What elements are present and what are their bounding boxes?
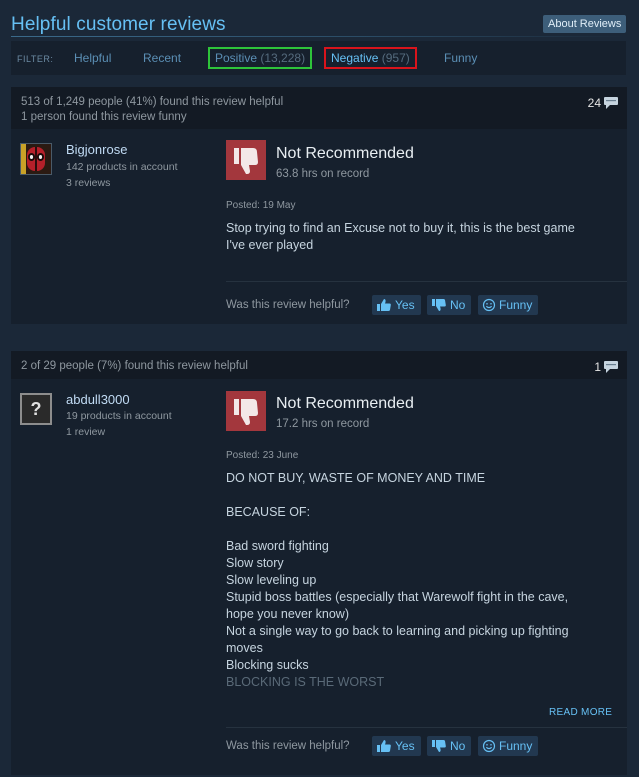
reviewer-name[interactable]: abdull3000 (66, 392, 130, 407)
filter-tab-label: Helpful (74, 51, 112, 65)
vote-no-button[interactable]: No (427, 736, 472, 756)
helpful-question: Was this review helpful? (226, 299, 350, 311)
hours-on-record: 17.2 hrs on record (276, 418, 370, 430)
review-body: DO NOT BUY, WASTE OF MONEY AND TIME BECA… (226, 470, 626, 691)
funny-count: 1 person found this review funny (21, 111, 187, 123)
avatar[interactable] (20, 143, 52, 175)
reviewer-review-count[interactable]: 3 reviews (66, 175, 110, 191)
comment-bubble-icon (604, 97, 618, 109)
review-body-line: Bad sword fighting (226, 539, 329, 553)
about-reviews-button[interactable]: About Reviews (543, 15, 627, 33)
review-verdict: Not Recommended (276, 395, 414, 412)
filter-label: FILTER: (17, 54, 54, 64)
thumbs-down-icon (226, 391, 266, 431)
vote-yes-label: Yes (395, 739, 415, 753)
review-card: 513 of 1,249 people (41%) found this rev… (11, 87, 627, 324)
review-body-line: I've ever played (226, 238, 314, 252)
vote-funny-button[interactable]: Funny (478, 736, 539, 756)
comment-count-number: 1 (594, 360, 601, 374)
review-body-line: Blocking sucks (226, 658, 309, 672)
filter-tab-label: Recent (143, 51, 182, 65)
vote-divider (226, 727, 627, 728)
reviewer-review-count[interactable]: 1 review (66, 424, 105, 440)
section-title: Helpful customer reviews (11, 14, 226, 35)
review-body-line: Slow story (226, 556, 284, 570)
review-body-line: Stupid boss battles (especially that War… (226, 590, 569, 604)
filter-tab-positive[interactable]: Positive (13,228) (208, 47, 313, 69)
vote-funny-button[interactable]: Funny (478, 295, 539, 315)
filter-tab-count: (13,228) (260, 51, 306, 65)
thumbs-down-small-icon (432, 299, 446, 311)
filter-tab-label: Negative (331, 51, 379, 65)
review-body-line: hope you never know) (226, 607, 349, 621)
title-divider (11, 36, 626, 37)
vote-no-label: No (450, 298, 466, 312)
comment-count-number: 24 (587, 96, 601, 110)
avatar[interactable]: ? (20, 393, 52, 425)
review-body-line (226, 521, 626, 538)
vote-no-button[interactable]: No (427, 295, 472, 315)
thumbs-up-icon (377, 740, 391, 752)
review-body-line (226, 487, 626, 504)
review-body-line: BECAUSE OF: (226, 505, 311, 519)
read-more-link[interactable]: READ MORE (549, 707, 612, 718)
posted-date: Posted: 23 June (226, 450, 299, 461)
filter-tab-label: Positive (215, 51, 258, 65)
reviewer-product-count: 19 products in account (66, 410, 172, 422)
filter-tab-label: Funny (444, 51, 478, 65)
review-body-line: BLOCKING IS THE WORST (226, 675, 385, 689)
vote-yes-button[interactable]: Yes (372, 736, 421, 756)
filter-tab-negative[interactable]: Negative (957) (324, 47, 417, 69)
smiley-icon (482, 298, 496, 312)
vote-no-label: No (450, 739, 466, 753)
filter-tab-count: (957) (381, 51, 410, 65)
review-body-line: DO NOT BUY, WASTE OF MONEY AND TIME (226, 471, 486, 485)
deadpool-avatar-icon (21, 144, 51, 174)
filter-bar: FILTER: Helpful Recent Positive (13,228)… (11, 41, 626, 75)
comment-bubble-icon (604, 361, 618, 373)
helpful-count: 2 of 29 people (7%) found this review he… (21, 360, 248, 372)
review-helpful-header: 2 of 29 people (7%) found this review he… (11, 351, 627, 379)
vote-funny-label: Funny (499, 298, 533, 312)
posted-date: Posted: 19 May (226, 200, 296, 211)
vote-funny-label: Funny (499, 739, 533, 753)
review-helpful-header: 513 of 1,249 people (41%) found this rev… (11, 87, 627, 129)
review-body-line: moves (226, 641, 263, 655)
hours-on-record: 63.8 hrs on record (276, 168, 370, 180)
review-verdict: Not Recommended (276, 145, 414, 162)
thumbs-down-small-icon (432, 740, 446, 752)
review-card: 2 of 29 people (7%) found this review he… (11, 351, 627, 775)
vote-yes-label: Yes (395, 298, 415, 312)
review-body-line: Stop trying to find an Excuse not to buy… (226, 221, 575, 235)
thumbs-down-icon (226, 140, 266, 180)
review-body: Stop trying to find an Excuse not to buy… (226, 220, 626, 254)
smiley-icon (482, 739, 496, 753)
thumbs-up-icon (377, 299, 391, 311)
reviewer-name[interactable]: Bigjonrose (66, 142, 127, 157)
helpful-question: Was this review helpful? (226, 740, 350, 752)
comment-count[interactable]: 1 (594, 360, 619, 374)
filter-tab-recent[interactable]: Recent (138, 47, 186, 69)
filter-tab-funny[interactable]: Funny (439, 47, 482, 69)
comment-count[interactable]: 24 (588, 96, 619, 110)
reviews-header: Helpful customer reviews About Reviews F… (0, 0, 639, 80)
review-body-line: Slow leveling up (226, 573, 317, 587)
helpful-count: 513 of 1,249 people (41%) found this rev… (21, 96, 284, 108)
reviewer-product-count: 142 products in account (66, 161, 178, 173)
review-body-line: Not a single way to go back to learning … (226, 624, 569, 638)
vote-yes-button[interactable]: Yes (372, 295, 421, 315)
filter-tab-helpful[interactable]: Helpful (69, 47, 116, 69)
vote-divider (226, 281, 627, 282)
